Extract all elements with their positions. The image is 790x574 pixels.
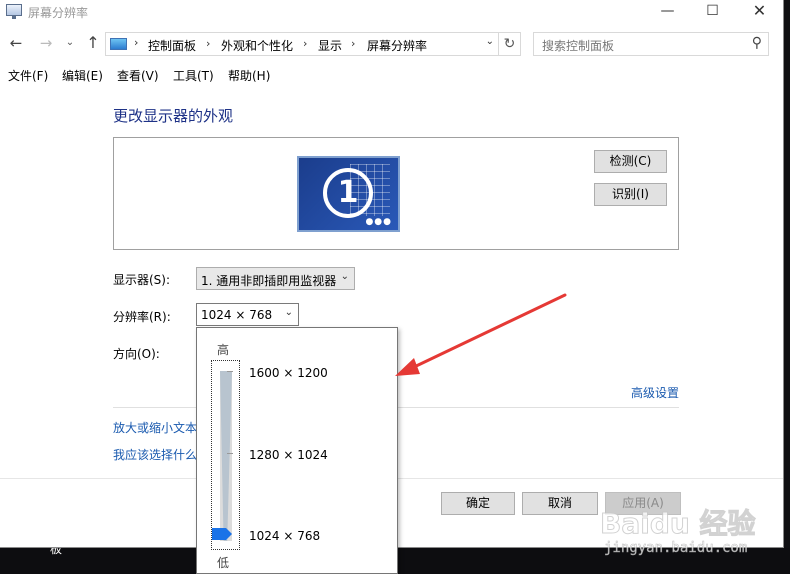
navigation-bar: ← → ⌄ ↑ › 控制面板 › 外观和个性化 › 显示 › 屏幕分辨率 ⌄ ↻… [0,28,783,60]
monitor-number: 1 [323,168,373,218]
slider-tick [227,371,233,372]
cancel-button[interactable]: 取消 [522,492,598,515]
monitor-icon [110,38,127,50]
monitor-thumbnail[interactable]: 1 ●●● [297,156,400,232]
menu-help[interactable]: 帮助(H) [228,67,270,84]
resolution-slider-popup: 高 1600 × 1200 1280 × 1024 1024 × 768 低 [196,327,398,574]
menu-file[interactable]: 文件(F) [8,67,48,84]
help-choose-link[interactable]: 我应该选择什么 [113,446,197,463]
title-bar: 屏幕分辨率 — ☐ ✕ [0,0,783,24]
watermark-url: jingyan.baidu.com [604,540,748,557]
minimize-button[interactable]: — [645,0,690,24]
breadcrumb-appearance[interactable]: 外观和个性化 [221,37,293,54]
identify-button[interactable]: 识别(I) [594,183,667,206]
window-title: 屏幕分辨率 [28,6,89,20]
slider-low-label: 低 [217,556,230,570]
search-placeholder[interactable]: 搜索控制面板 [542,37,614,54]
resolution-option-selected[interactable]: 1024 × 768 [249,529,320,543]
breadcrumb-separator[interactable]: › [206,37,210,50]
detect-button[interactable]: 检测(C) [594,150,667,173]
display-preview: 1 ●●● 检测(C) 识别(I) [113,137,679,250]
display-select[interactable]: 1. 通用非即插即用监视器 ⌄ [196,267,355,290]
slider-tick [227,453,233,454]
display-label: 显示器(S): [113,273,171,287]
forward-arrow-icon[interactable]: → [37,33,55,53]
breadcrumb-separator[interactable]: › [303,37,307,50]
resolution-slider[interactable] [211,360,240,550]
orientation-label: 方向(O): [113,347,160,361]
menu-view[interactable]: 查看(V) [117,67,159,84]
resolution-option[interactable]: 1600 × 1200 [249,366,328,380]
baidu-watermark: Baidu 经验 jingyan.baidu.com [600,490,780,570]
control-panel-icon [6,4,22,19]
advanced-settings-link[interactable]: 高级设置 [631,384,679,401]
watermark-logo: Baidu 经验 [600,507,757,541]
close-button[interactable]: ✕ [737,0,782,24]
breadcrumb-screen-resolution[interactable]: 屏幕分辨率 [367,37,427,54]
resolution-select[interactable]: 1024 × 768 ⌄ [196,303,299,326]
text-size-link[interactable]: 放大或缩小文本 [113,419,197,436]
maximize-button[interactable]: ☐ [690,0,735,24]
ok-button[interactable]: 确定 [441,492,515,515]
resolution-label: 分辨率(R): [113,310,171,324]
resolution-select-value: 1024 × 768 [201,308,273,322]
breadcrumb-separator[interactable]: › [351,37,355,50]
menu-edit[interactable]: 编辑(E) [62,67,103,84]
search-box[interactable]: 搜索控制面板 ⚲ [533,32,769,56]
up-arrow-icon[interactable]: ↑ [84,33,102,53]
menu-tools[interactable]: 工具(T) [173,67,214,84]
breadcrumb-control-panel[interactable]: 控制面板 [148,37,196,54]
address-bar[interactable]: › 控制面板 › 外观和个性化 › 显示 › 屏幕分辨率 ⌄ [105,32,499,56]
back-arrow-icon[interactable]: ← [7,33,25,53]
chevron-down-icon: ⌄ [340,271,349,282]
slider-high-label: 高 [217,343,230,357]
refresh-icon[interactable]: ↻ [499,32,521,56]
display-select-value: 1. 通用非即插即用监视器 [201,274,337,288]
menu-bar: 文件(F) 编辑(E) 查看(V) 工具(T) 帮助(H) [0,64,783,86]
breadcrumb-display[interactable]: 显示 [318,37,342,54]
breadcrumb-separator[interactable]: › [134,36,138,49]
address-dropdown-icon[interactable]: ⌄ [486,36,494,47]
chevron-down-icon: ⌄ [284,307,293,318]
recent-locations-chevron-icon[interactable]: ⌄ [61,33,79,53]
page-title: 更改显示器的外观 [113,107,234,125]
monitor-dots-icon: ●●● [365,217,392,227]
resolution-option[interactable]: 1280 × 1024 [249,448,328,462]
search-icon[interactable]: ⚲ [752,35,762,51]
